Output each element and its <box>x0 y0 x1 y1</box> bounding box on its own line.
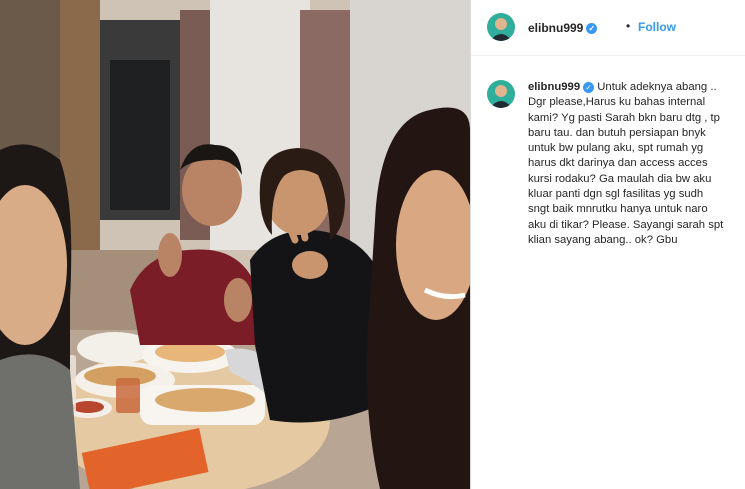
post-header: elibnu999 ✓ • Follow <box>471 0 745 56</box>
avatar[interactable] <box>487 80 515 108</box>
separator-dot: • <box>626 19 631 33</box>
username[interactable]: elibnu999 ✓ <box>528 21 598 35</box>
caption-text: elibnu999 ✓ Untuk adeknya abang .. Dgr pl… <box>528 80 728 248</box>
verified-badge-icon: ✓ <box>586 23 598 35</box>
follow-button[interactable]: Follow <box>638 20 676 34</box>
divider <box>470 0 471 489</box>
avatar[interactable] <box>487 13 515 41</box>
caption-username[interactable]: elibnu999 <box>528 81 580 93</box>
verified-badge-icon: ✓ <box>583 81 595 93</box>
caption-body: Untuk adeknya abang .. Dgr please,Harus … <box>528 81 724 246</box>
post-photo[interactable] <box>0 0 470 489</box>
